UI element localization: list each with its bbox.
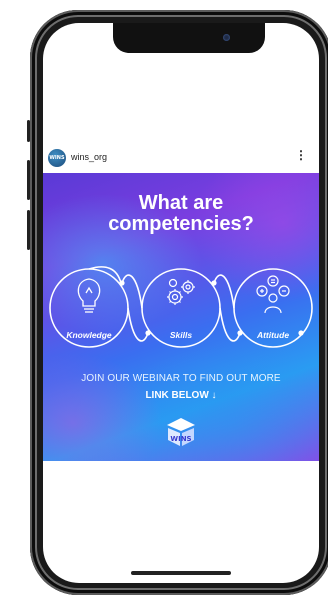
flow-dot xyxy=(211,280,217,286)
post-header: WINS wins_org ⋮ xyxy=(43,145,319,171)
flow-dot xyxy=(119,280,125,286)
more-options-icon[interactable]: ⋮ xyxy=(295,148,307,162)
avatar[interactable]: WINS xyxy=(48,149,66,167)
phone-screen: WINS wins_org ⋮ What are competencies? K… xyxy=(43,23,319,583)
avatar-logo-text: WINS xyxy=(49,155,65,161)
wins-logo: WINS xyxy=(167,418,195,446)
phone-frame: WINS wins_org ⋮ What are competencies? K… xyxy=(27,10,328,595)
lightbulb-icon xyxy=(77,278,101,313)
logo-text: WINS xyxy=(170,435,191,443)
volume-up-button xyxy=(27,160,30,200)
cta-text: JOIN OUR WEBINAR TO FIND OUT MORE xyxy=(81,373,281,384)
competency-label-skills: Skills xyxy=(169,330,193,340)
camera-icon xyxy=(223,34,230,41)
username[interactable]: wins_org xyxy=(71,152,107,162)
emotions-icon xyxy=(256,275,290,314)
post-image[interactable]: What are competencies? Knowledge Skills … xyxy=(43,173,319,461)
volume-down-button xyxy=(27,210,30,250)
competency-label-attitude: Attitude xyxy=(256,330,290,340)
gears-icon xyxy=(167,278,195,305)
home-indicator[interactable] xyxy=(131,571,231,575)
mute-switch xyxy=(27,120,30,142)
cta-link-text: LINK BELOW ↓ xyxy=(145,390,217,401)
notch xyxy=(113,23,265,53)
competency-label-knowledge: Knowledge xyxy=(66,330,112,340)
